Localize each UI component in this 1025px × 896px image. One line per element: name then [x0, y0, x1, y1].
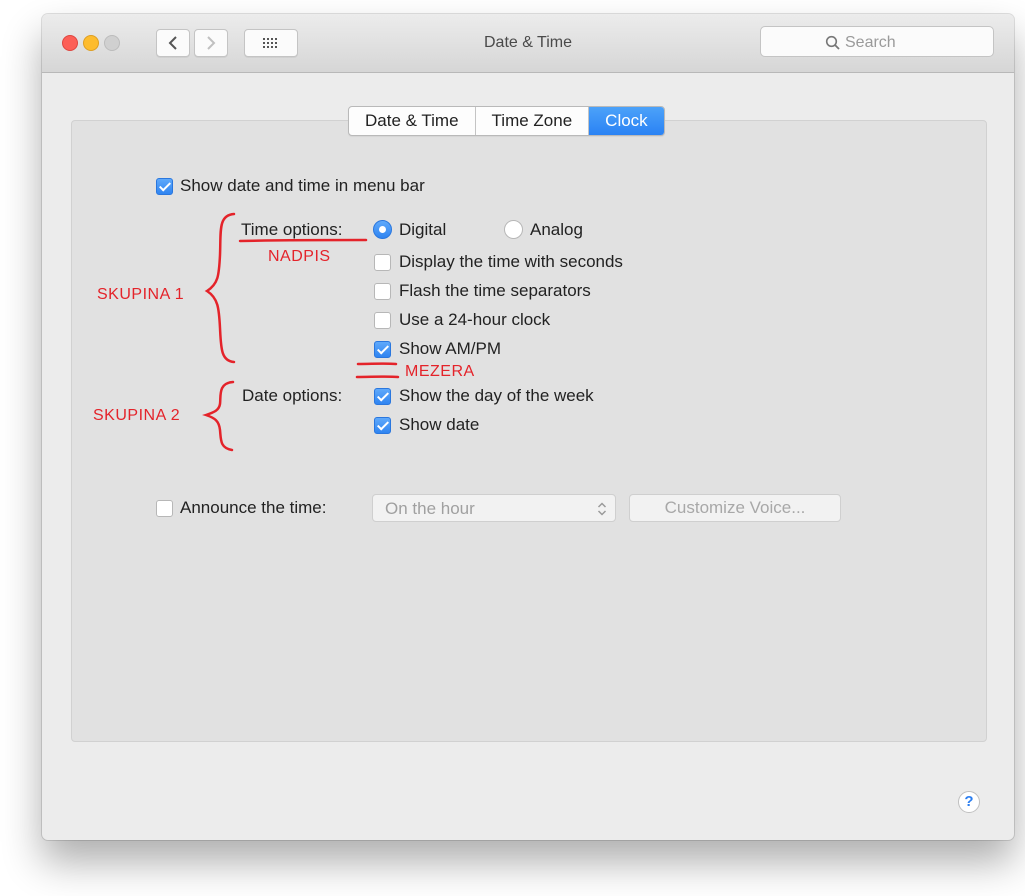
nadpis-annotation: NADPIS [268, 248, 331, 265]
mezera-annotation: MEZERA [405, 363, 475, 380]
tab-bar: Date & Time Time Zone Clock [348, 106, 665, 136]
digital-label: Digital [399, 220, 447, 239]
search-input[interactable] [843, 32, 987, 54]
show-menu-bar-label: Show date and time in menu bar [180, 176, 425, 195]
clock-panel [71, 120, 987, 742]
show-ampm-label: Show AM/PM [399, 339, 502, 358]
day-of-week-label: Show the day of the week [399, 386, 594, 405]
show-menu-bar-checkbox[interactable] [156, 178, 173, 195]
show-date-label: Show date [399, 415, 480, 434]
help-button[interactable]: ? [958, 791, 980, 813]
24-hour-label: Use a 24-hour clock [399, 310, 551, 329]
search-field[interactable] [760, 26, 994, 57]
preferences-window: Date & Time Date & Time Time Zone Clock … [42, 14, 1014, 840]
analog-label: Analog [530, 220, 583, 239]
24-hour-checkbox[interactable] [374, 312, 391, 329]
skupina1-annotation: SKUPINA 1 [97, 286, 185, 303]
updown-chevron-icon [597, 502, 607, 516]
title-bar: Date & Time [42, 14, 1014, 73]
tab-time-zone[interactable]: Time Zone [476, 107, 590, 135]
time-options-heading: Time options: [241, 220, 343, 239]
show-date-checkbox[interactable] [374, 417, 391, 434]
customize-voice-button: Customize Voice... [629, 494, 841, 522]
digital-radio[interactable] [373, 220, 392, 239]
seconds-checkbox[interactable] [374, 254, 391, 271]
flash-separators-label: Flash the time separators [399, 281, 591, 300]
announce-checkbox[interactable] [156, 500, 173, 517]
analog-radio[interactable] [504, 220, 523, 239]
day-of-week-checkbox[interactable] [374, 388, 391, 405]
skupina2-annotation: SKUPINA 2 [93, 407, 181, 424]
tab-clock[interactable]: Clock [589, 107, 664, 135]
seconds-label: Display the time with seconds [399, 252, 623, 271]
flash-separators-checkbox[interactable] [374, 283, 391, 300]
search-icon [825, 35, 840, 50]
show-ampm-checkbox[interactable] [374, 341, 391, 358]
announce-interval-popup[interactable]: On the hour [372, 494, 616, 522]
announce-interval-value: On the hour [385, 499, 475, 518]
tab-date-time[interactable]: Date & Time [349, 107, 476, 135]
date-options-heading: Date options: [242, 386, 343, 405]
announce-label: Announce the time: [180, 498, 327, 517]
